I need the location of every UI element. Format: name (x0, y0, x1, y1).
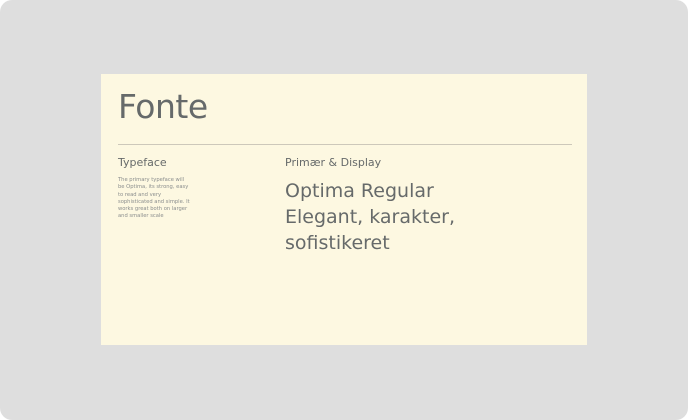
typeface-description: The primary typeface will be Optima, its… (118, 177, 190, 220)
typeface-label: Typeface (118, 156, 167, 169)
font-slide: Fonte Typeface The primary typeface will… (101, 74, 587, 345)
slide-title: Fonte (118, 87, 208, 126)
font-sample-text: Optima Regular Elegant, karakter, sofist… (285, 180, 456, 254)
divider (118, 144, 572, 145)
canvas-background: Fonte Typeface The primary typeface will… (0, 0, 688, 420)
display-label: Primær & Display (285, 156, 382, 169)
